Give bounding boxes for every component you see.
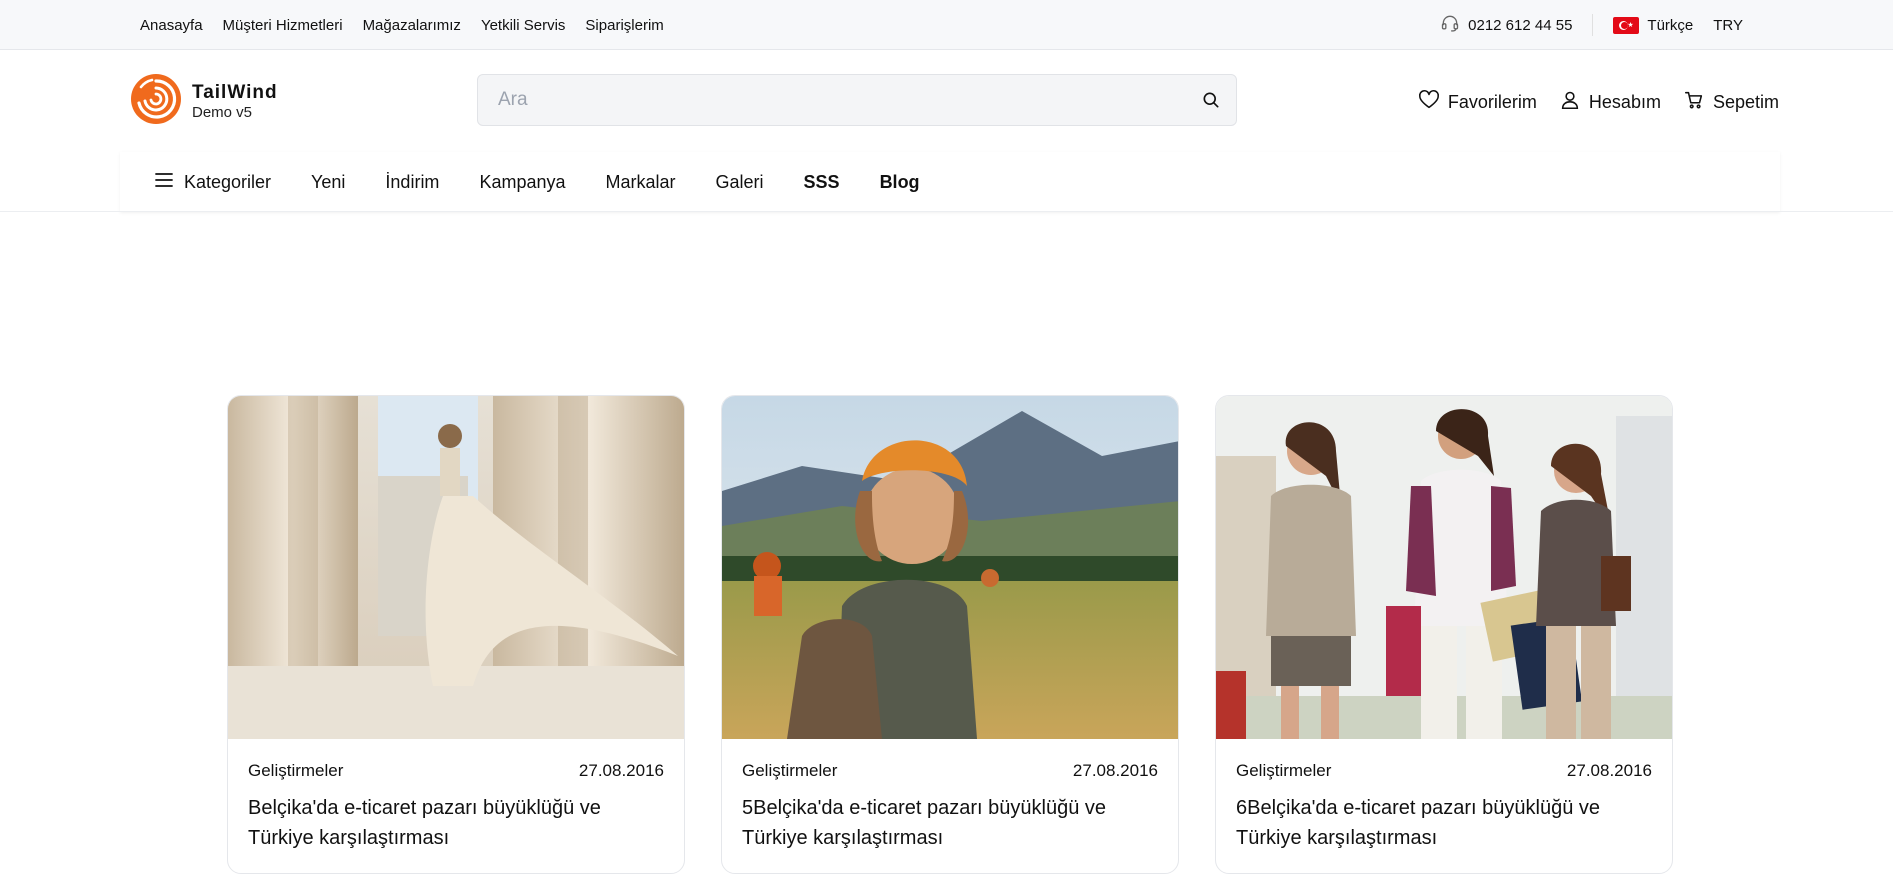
hamburger-menu-icon — [154, 171, 174, 194]
cart-button[interactable]: Sepetim — [1683, 89, 1779, 116]
blog-card-title[interactable]: Belçika'da e-ticaret pazarı büyüklüğü ve… — [228, 781, 684, 853]
cart-label: Sepetim — [1712, 92, 1779, 112]
search-input[interactable] — [478, 89, 1186, 111]
brand-subtitle: Demo v5 — [192, 103, 253, 121]
favorites-button[interactable]: Favorilerim — [1418, 89, 1537, 116]
nav-item-kampanya[interactable]: Kampanya — [479, 172, 565, 193]
blog-card-date: 27.08.2016 — [1072, 761, 1158, 780]
blog-card[interactable]: Geliştirmeler 27.08.2016 Belçika'da e-ti… — [227, 395, 685, 874]
brand-name: TailWind — [192, 81, 278, 103]
blog-card[interactable]: Geliştirmeler 27.08.2016 6Belçika'da e-t… — [1215, 395, 1673, 874]
blog-card[interactable]: Geliştirmeler 27.08.2016 5Belçika'da e-t… — [721, 395, 1179, 874]
blog-card-title[interactable]: 5Belçika'da e-ticaret pazarı büyüklüğü v… — [722, 781, 1178, 853]
account-label: Hesabım — [1588, 92, 1661, 112]
blog-card-date: 27.08.2016 — [578, 761, 664, 780]
header-actions: Favorilerim Hesabım Sepetim — [1418, 89, 1779, 116]
link-siparislerim[interactable]: Siparişlerim — [585, 17, 663, 34]
language-label: Türkçe — [1647, 16, 1694, 34]
cart-icon — [1683, 89, 1705, 116]
logo[interactable]: TailWind Demo v5 — [130, 73, 278, 130]
top-right: 0212 612 44 55 ★ Türkçe TRY — [1440, 0, 1743, 50]
link-magazalarimiz[interactable]: Mağazalarımız — [363, 17, 461, 34]
nav-item-markalar[interactable]: Markalar — [606, 172, 676, 193]
header-divider — [0, 211, 1893, 212]
nav-categories-label: Kategoriler — [184, 171, 272, 192]
blog-card-image — [722, 396, 1178, 739]
favorites-label: Favorilerim — [1447, 92, 1537, 112]
turkey-flag-icon: ★ — [1613, 16, 1640, 34]
headset-icon — [1440, 13, 1460, 37]
blog-card-category: Geliştirmeler — [1236, 761, 1332, 780]
blog-card-category: Geliştirmeler — [248, 761, 344, 780]
blog-card-title[interactable]: 6Belçika'da e-ticaret pazarı büyüklüğü v… — [1216, 781, 1672, 853]
blog-card-list: Geliştirmeler 27.08.2016 Belçika'da e-ti… — [227, 395, 1673, 874]
search-bar — [477, 74, 1237, 126]
brand-swirl-icon — [130, 73, 182, 130]
blog-card-date: 27.08.2016 — [1566, 761, 1652, 780]
nav-item-blog[interactable]: Blog — [880, 172, 920, 193]
top-links: Anasayfa Müşteri Hizmetleri Mağazalarımı… — [140, 0, 664, 50]
header: TailWind Demo v5 Favorilerim — [0, 51, 1893, 151]
nav-item-sss[interactable]: SSS — [804, 172, 840, 193]
nav-categories[interactable]: Kategoriler — [154, 171, 271, 194]
blog-card-image — [228, 396, 684, 739]
language-selector[interactable]: ★ Türkçe — [1593, 16, 1694, 34]
user-icon — [1559, 89, 1581, 116]
link-anasayfa[interactable]: Anasayfa — [140, 17, 203, 34]
main-nav: Kategoriler Yeni İndirim Kampanya Markal… — [120, 152, 1780, 212]
search-icon[interactable] — [1186, 75, 1236, 125]
link-yetkili-servis[interactable]: Yetkili Servis — [481, 17, 565, 34]
blog-card-meta: Geliştirmeler 27.08.2016 — [228, 739, 684, 781]
link-musteri-hizmetleri[interactable]: Müşteri Hizmetleri — [223, 17, 343, 34]
top-utility-bar: Anasayfa Müşteri Hizmetleri Mağazalarımı… — [0, 0, 1893, 50]
nav-item-yeni[interactable]: Yeni — [311, 172, 345, 193]
blog-card-image — [1216, 396, 1672, 739]
blog-card-category: Geliştirmeler — [742, 761, 838, 780]
brand-text: TailWind Demo v5 — [192, 82, 278, 122]
nav-item-galeri[interactable]: Galeri — [716, 172, 764, 193]
currency-selector[interactable]: TRY — [1713, 17, 1743, 34]
phone-number: 0212 612 44 55 — [1468, 16, 1573, 34]
phone-contact[interactable]: 0212 612 44 55 — [1440, 13, 1594, 37]
account-button[interactable]: Hesabım — [1559, 89, 1661, 116]
blog-card-meta: Geliştirmeler 27.08.2016 — [1216, 739, 1672, 781]
nav-item-indirim[interactable]: İndirim — [385, 172, 439, 193]
heart-icon — [1418, 89, 1440, 116]
blog-card-meta: Geliştirmeler 27.08.2016 — [722, 739, 1178, 781]
